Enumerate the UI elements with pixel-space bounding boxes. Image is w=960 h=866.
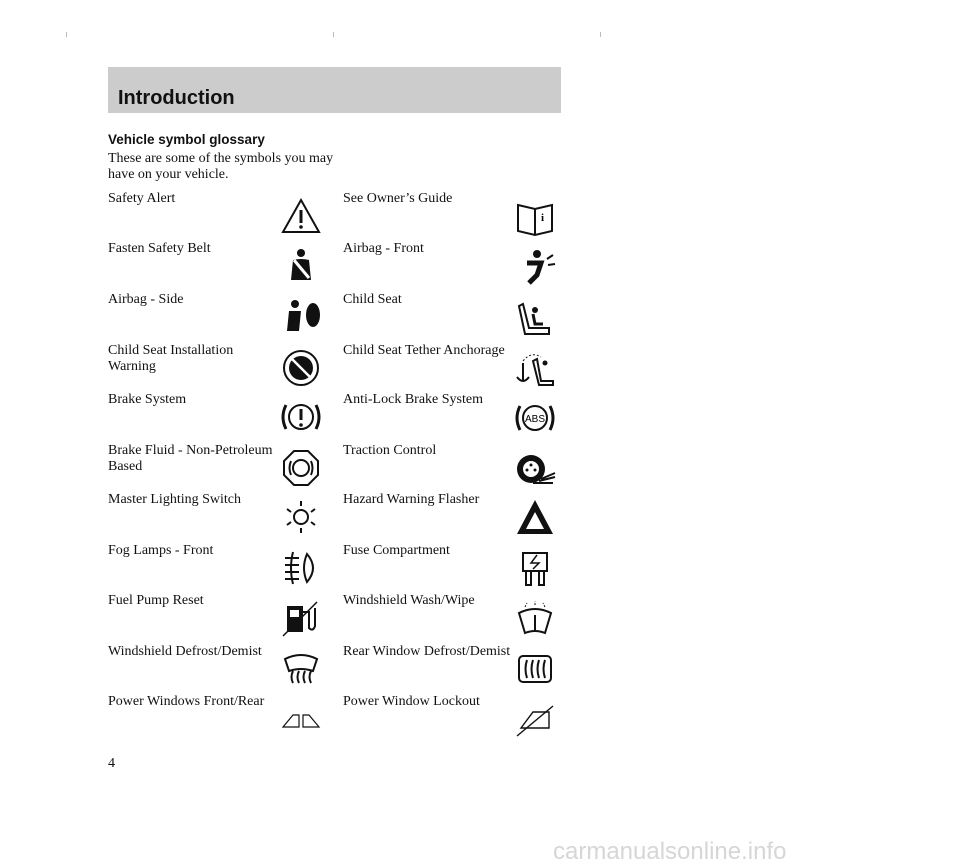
brake-fluid-icon [279,448,323,488]
symbol-label: Fog Lamps - Front [108,543,214,558]
airbag-front-icon [513,247,557,287]
traction-control-icon [513,449,557,489]
lighting-switch-icon [279,497,323,537]
symbol-label: Brake Fluid - Non-Petroleum Based [108,443,273,474]
symbol-label: Hazard Warning Flasher [343,492,480,507]
symbol-label: Fuel Pump Reset [108,593,204,608]
airbag-side-icon [279,297,323,337]
intro-text: These are some of the symbols you may ha… [108,151,334,182]
warning-triangle-icon [279,196,323,236]
svg-text:i: i [541,212,544,224]
symbol-label: Anti-Lock Brake System [343,392,483,407]
symbol-label: Master Lighting Switch [108,492,241,507]
symbol-label: See Owner’s Guide [343,191,453,206]
windshield-defrost-icon [279,649,323,689]
watermark: carmanualsonline.info [553,838,787,865]
crop-mark [333,32,334,37]
section-title: Vehicle symbol glossary [108,132,265,147]
child-seat-tether-icon [513,349,557,389]
brake-system-icon [279,397,323,437]
power-windows-icon [279,699,323,739]
power-window-lockout-icon [513,700,557,740]
symbol-label: Rear Window Defrost/Demist [343,644,511,659]
symbol-label: Fasten Safety Belt [108,241,211,256]
symbol-label: Child Seat [343,292,402,307]
fuel-pump-reset-icon [279,598,323,638]
windshield-wiper-icon [513,599,557,639]
rear-defrost-icon [513,650,557,690]
symbol-label: Traction Control [343,443,437,458]
symbol-label: Safety Alert [108,191,176,206]
symbol-label: Fuse Compartment [343,543,450,558]
crop-mark [66,32,67,37]
hazard-triangle-icon [513,498,557,538]
section-header: Introduction [108,67,561,113]
crop-mark [600,32,601,37]
symbol-label: Child Seat Installation Warning [108,343,234,374]
symbol-label: Windshield Defrost/Demist [108,644,262,659]
child-seat-icon [513,298,557,338]
svg-text:ABS: ABS [525,414,545,425]
symbol-label: Power Windows Front/Rear [108,694,265,709]
page-title: Introduction [118,87,235,109]
abs-icon: ABS [513,398,557,438]
symbol-label: Brake System [108,392,187,407]
symbol-label: Airbag - Front [343,241,424,256]
symbol-label: Child Seat Tether Anchorage [343,343,505,358]
fog-lamp-icon [279,548,323,588]
child-seat-warning-icon [279,348,323,388]
symbol-label: Power Window Lockout [343,694,480,709]
fuse-icon [513,549,557,589]
page-number: 4 [108,756,115,771]
symbol-label: Airbag - Side [108,292,184,307]
owners-guide-book-icon: i [513,197,557,237]
seatbelt-icon [279,246,323,286]
symbol-label: Windshield Wash/Wipe [343,593,475,608]
